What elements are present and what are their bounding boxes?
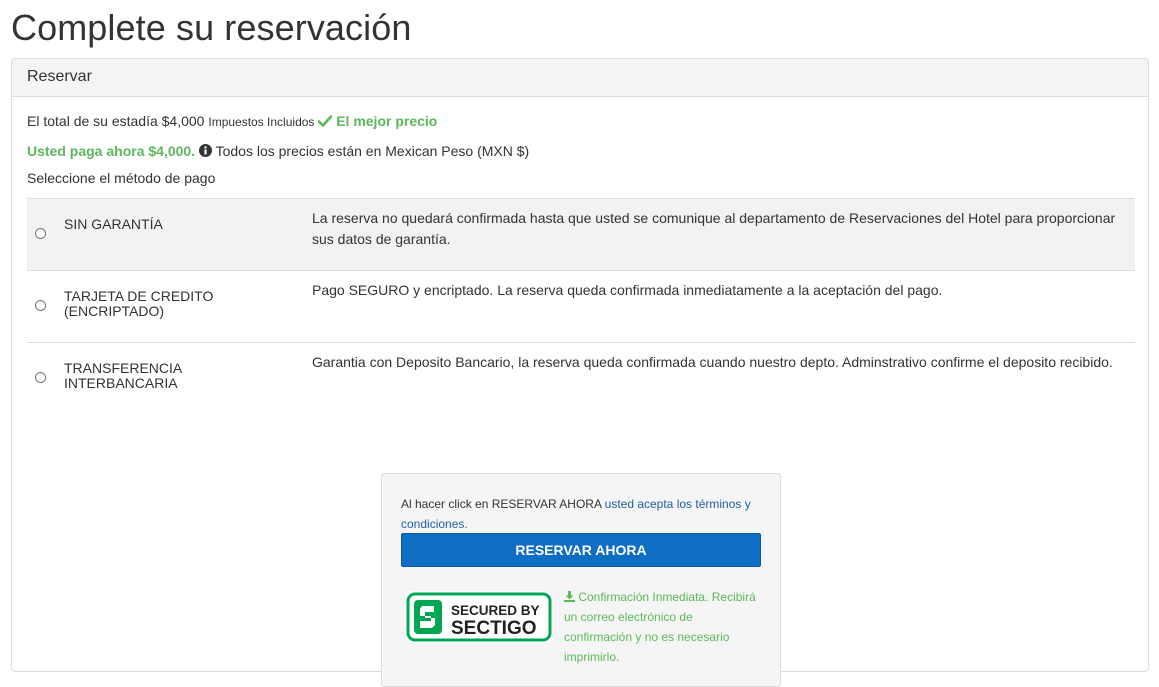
payment-method-row[interactable]: SIN GARANTÍA La reserva no quedará confi… [27,198,1135,270]
payment-method-radio[interactable] [35,228,46,239]
payment-method-description: Garantia con Deposito Bancario, la reser… [312,354,1113,370]
payment-method-row[interactable]: TARJETA DE CREDITO (ENCRIPTADO) Pago SEG… [27,270,1135,342]
payment-method-description: La reserva no quedará confirmada hasta q… [312,210,1116,247]
reservation-panel: Reservar El total de su estadía $4,000 I… [11,58,1149,687]
payment-method-row[interactable]: TRANSFERENCIA INTERBANCARIA Garantia con… [27,342,1135,414]
confirm-box: Al hacer click en RESERVAR AHORA usted a… [381,473,781,687]
currency-note: Todos los precios están en Mexican Peso … [215,143,530,159]
info-icon [198,144,212,157]
payment-methods-list: SIN GARANTÍA La reserva no quedará confi… [27,198,1135,414]
sectigo-logo-icon: SECURED BY SECTIGO [405,591,553,643]
stay-total-text: El total de su estadía $4,000 [27,113,205,129]
taxes-note: Impuestos Incluidos [208,115,315,129]
payment-method-description: Pago SEGURO y encriptado. La reserva que… [312,282,943,298]
sectigo-badge-line1: SECURED BY [451,603,540,618]
pay-now-amount: Usted paga ahora $4,000. [27,143,196,159]
confirmation-note: Confirmación Inmediata. Recibirá un corr… [564,587,764,667]
check-icon [318,115,333,127]
stay-total-line: El total de su estadía $4,000 Impuestos … [27,113,437,129]
pay-now-line: Usted paga ahora $4,000. Todos los preci… [27,143,529,159]
select-method-label: Seleccione el método de pago [27,170,216,186]
payment-method-radio[interactable] [35,372,46,383]
payment-method-radio[interactable] [35,300,46,311]
payment-method-label: SIN GARANTÍA [64,216,163,232]
best-price-label: El mejor precio [336,113,438,129]
payment-method-label: TRANSFERENCIA INTERBANCARIA [64,360,182,391]
terms-text: Al hacer click en RESERVAR AHORA usted a… [401,494,761,534]
panel-heading: Reservar [12,59,1148,97]
page-title: Complete su reservación [11,7,412,48]
download-icon [564,591,575,602]
reserve-now-button[interactable]: RESERVAR AHORA [401,533,761,567]
terms-prefix: Al hacer click en RESERVAR AHORA [401,497,602,511]
confirmation-note-text: Confirmación Inmediata. Recibirá un corr… [564,590,756,664]
payment-method-label: TARJETA DE CREDITO (ENCRIPTADO) [64,288,214,319]
sectigo-badge-line2: SECTIGO [451,618,537,639]
